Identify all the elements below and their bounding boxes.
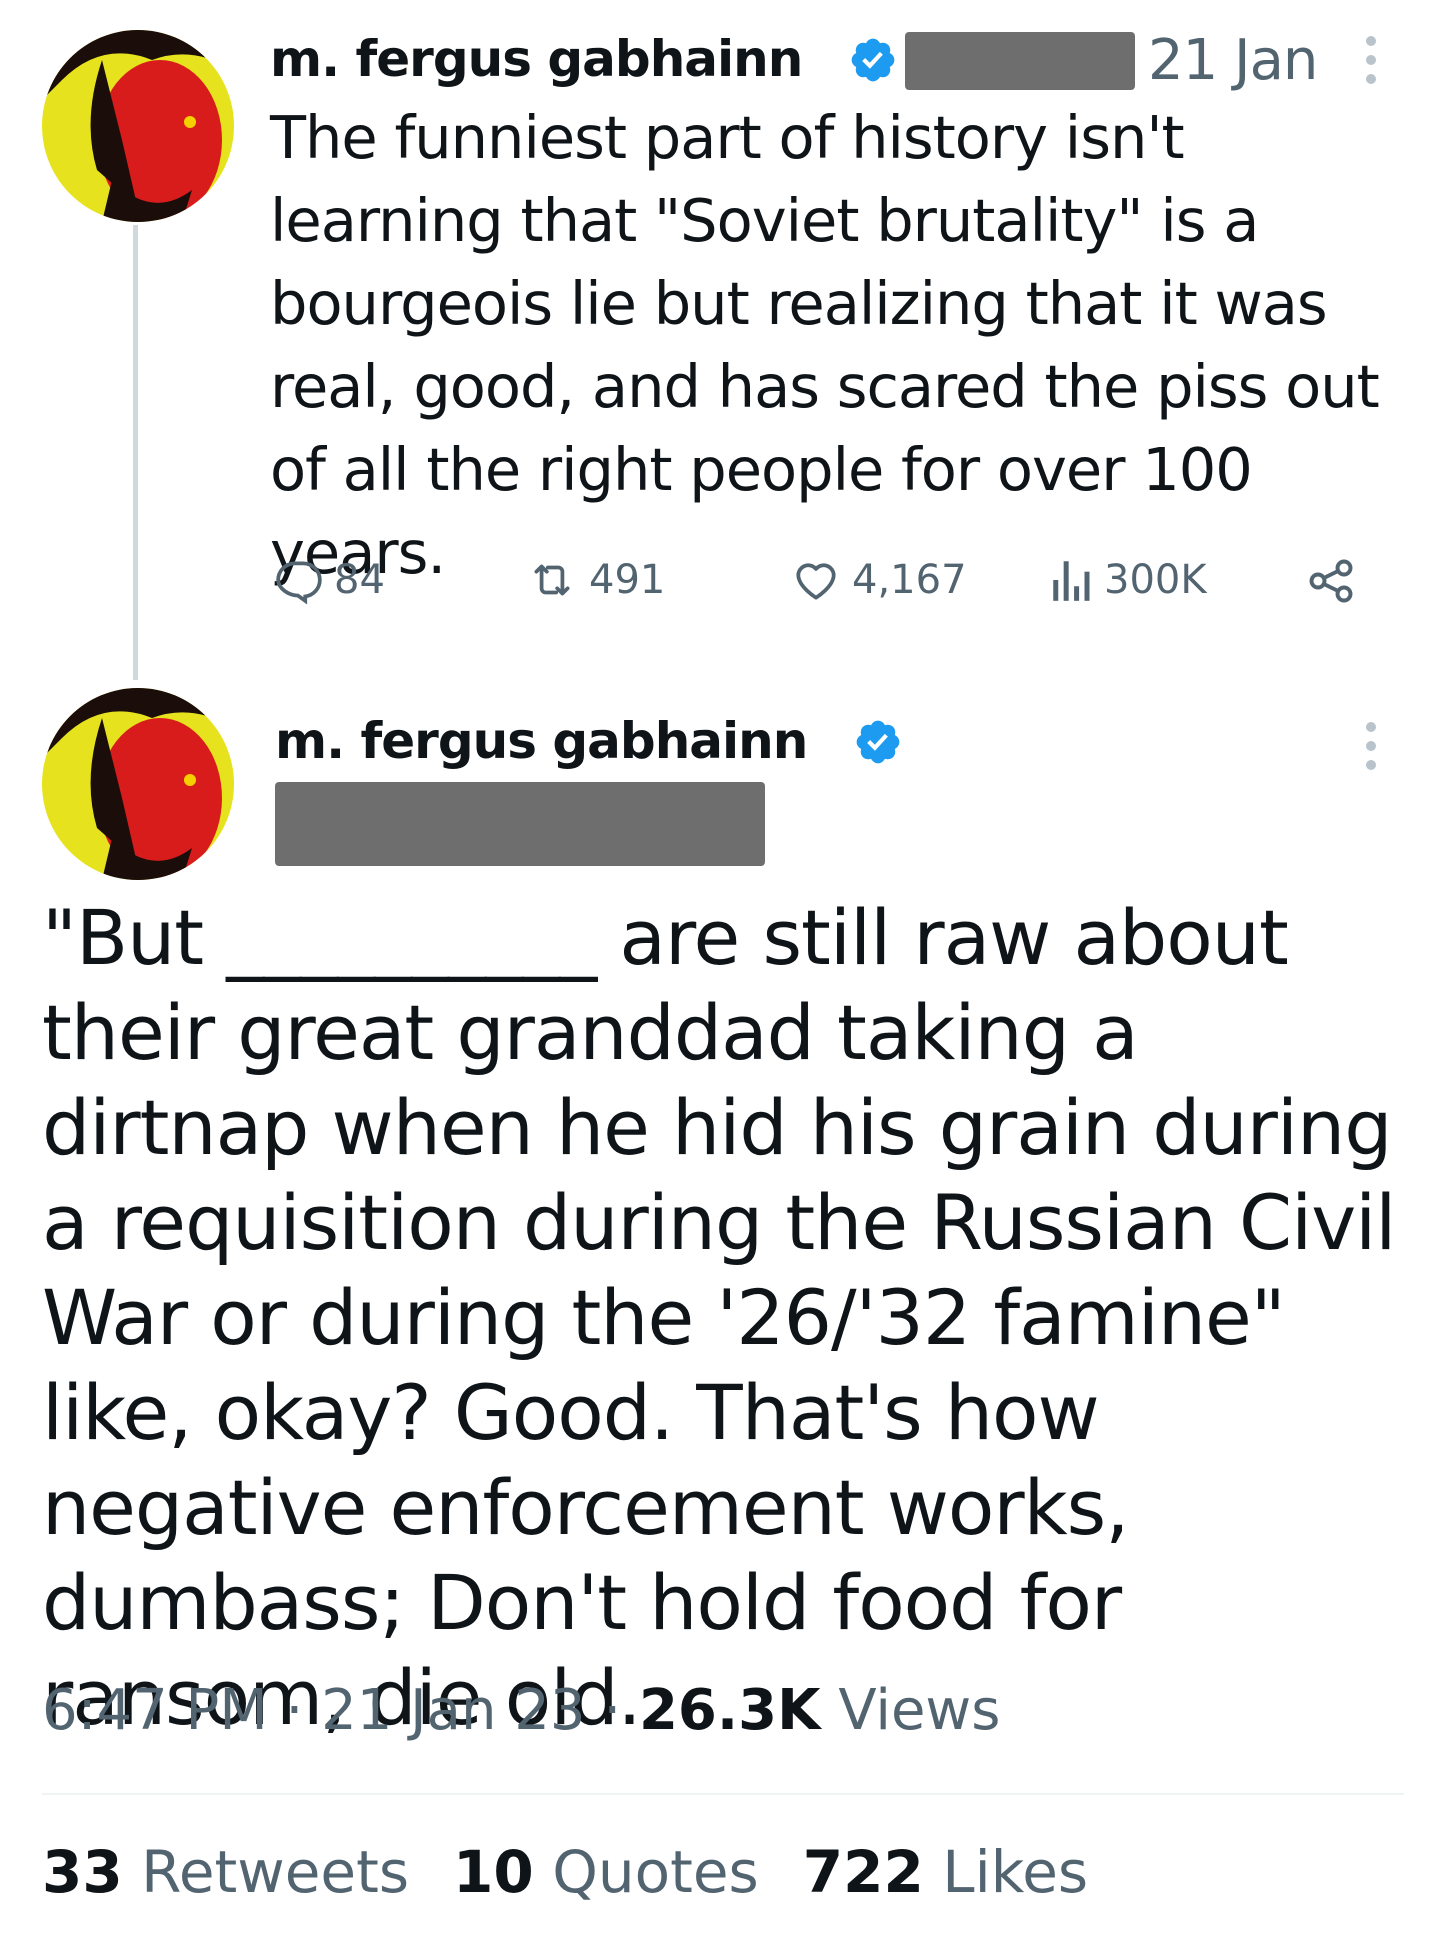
thread-connector-line xyxy=(133,225,138,680)
views-icon xyxy=(1053,561,1090,601)
quotes-label: Quotes xyxy=(552,1838,759,1906)
tweet2-author-name[interactable]: m. fergus gabhainn xyxy=(275,712,808,770)
tweet2-meta: 6:47 PM · 21 Jan 23 · 26.3K Views xyxy=(42,1678,1000,1743)
reply-button[interactable]: 84 xyxy=(274,555,385,605)
author-avatar[interactable] xyxy=(42,30,234,222)
reply-count: 84 xyxy=(334,557,385,603)
meta-separator: · xyxy=(603,1678,622,1743)
like-button[interactable]: 4,167 xyxy=(790,555,967,605)
meta-separator: · xyxy=(285,1678,304,1743)
retweet-icon xyxy=(534,564,570,596)
tweet2-date[interactable]: 21 Jan 23 xyxy=(321,1678,585,1743)
tweet2-views-count: 26.3K xyxy=(638,1678,821,1743)
likes-label: Likes xyxy=(942,1838,1089,1906)
verified-badge-icon xyxy=(856,720,900,764)
retweets-stat[interactable]: 33 Retweets xyxy=(42,1838,409,1906)
like-icon xyxy=(796,563,836,600)
retweet-button[interactable]: 491 xyxy=(525,555,665,605)
tweet1-author-name[interactable]: m. fergus gabhainn xyxy=(270,30,803,88)
tweet2-views-label: Views xyxy=(838,1678,1001,1743)
reply-icon xyxy=(276,561,322,605)
author-avatar[interactable] xyxy=(42,688,234,880)
redacted-handle xyxy=(275,782,765,866)
tweet2-text: "But __________ are still raw about thei… xyxy=(42,893,1396,1742)
likes-count: 722 xyxy=(802,1838,924,1906)
redacted-handle xyxy=(905,32,1135,90)
like-count: 4,167 xyxy=(852,557,967,603)
verified-badge-icon xyxy=(851,38,895,82)
retweet-count: 491 xyxy=(589,557,666,603)
likes-stat[interactable]: 722 Likes xyxy=(803,1838,1088,1906)
share-icon[interactable] xyxy=(1305,555,1357,607)
engagement-stats: 33 Retweets 10 Quotes 722 Likes xyxy=(42,1838,1088,1906)
views-count: 300K xyxy=(1104,557,1207,603)
more-options-icon[interactable] xyxy=(1365,36,1377,93)
more-options-icon[interactable] xyxy=(1365,722,1377,779)
tweet1-date[interactable]: 21 Jan xyxy=(1148,28,1318,93)
retweets-count: 33 xyxy=(42,1838,123,1906)
views-button[interactable]: 300K xyxy=(1050,555,1207,605)
quotes-count: 10 xyxy=(453,1838,534,1906)
divider xyxy=(42,1793,1404,1795)
retweets-label: Retweets xyxy=(141,1838,410,1906)
tweet2-time[interactable]: 6:47 PM xyxy=(42,1678,268,1743)
tweet1-text: The funniest part of history isn't learn… xyxy=(270,103,1380,587)
quotes-stat[interactable]: 10 Quotes xyxy=(453,1838,759,1906)
